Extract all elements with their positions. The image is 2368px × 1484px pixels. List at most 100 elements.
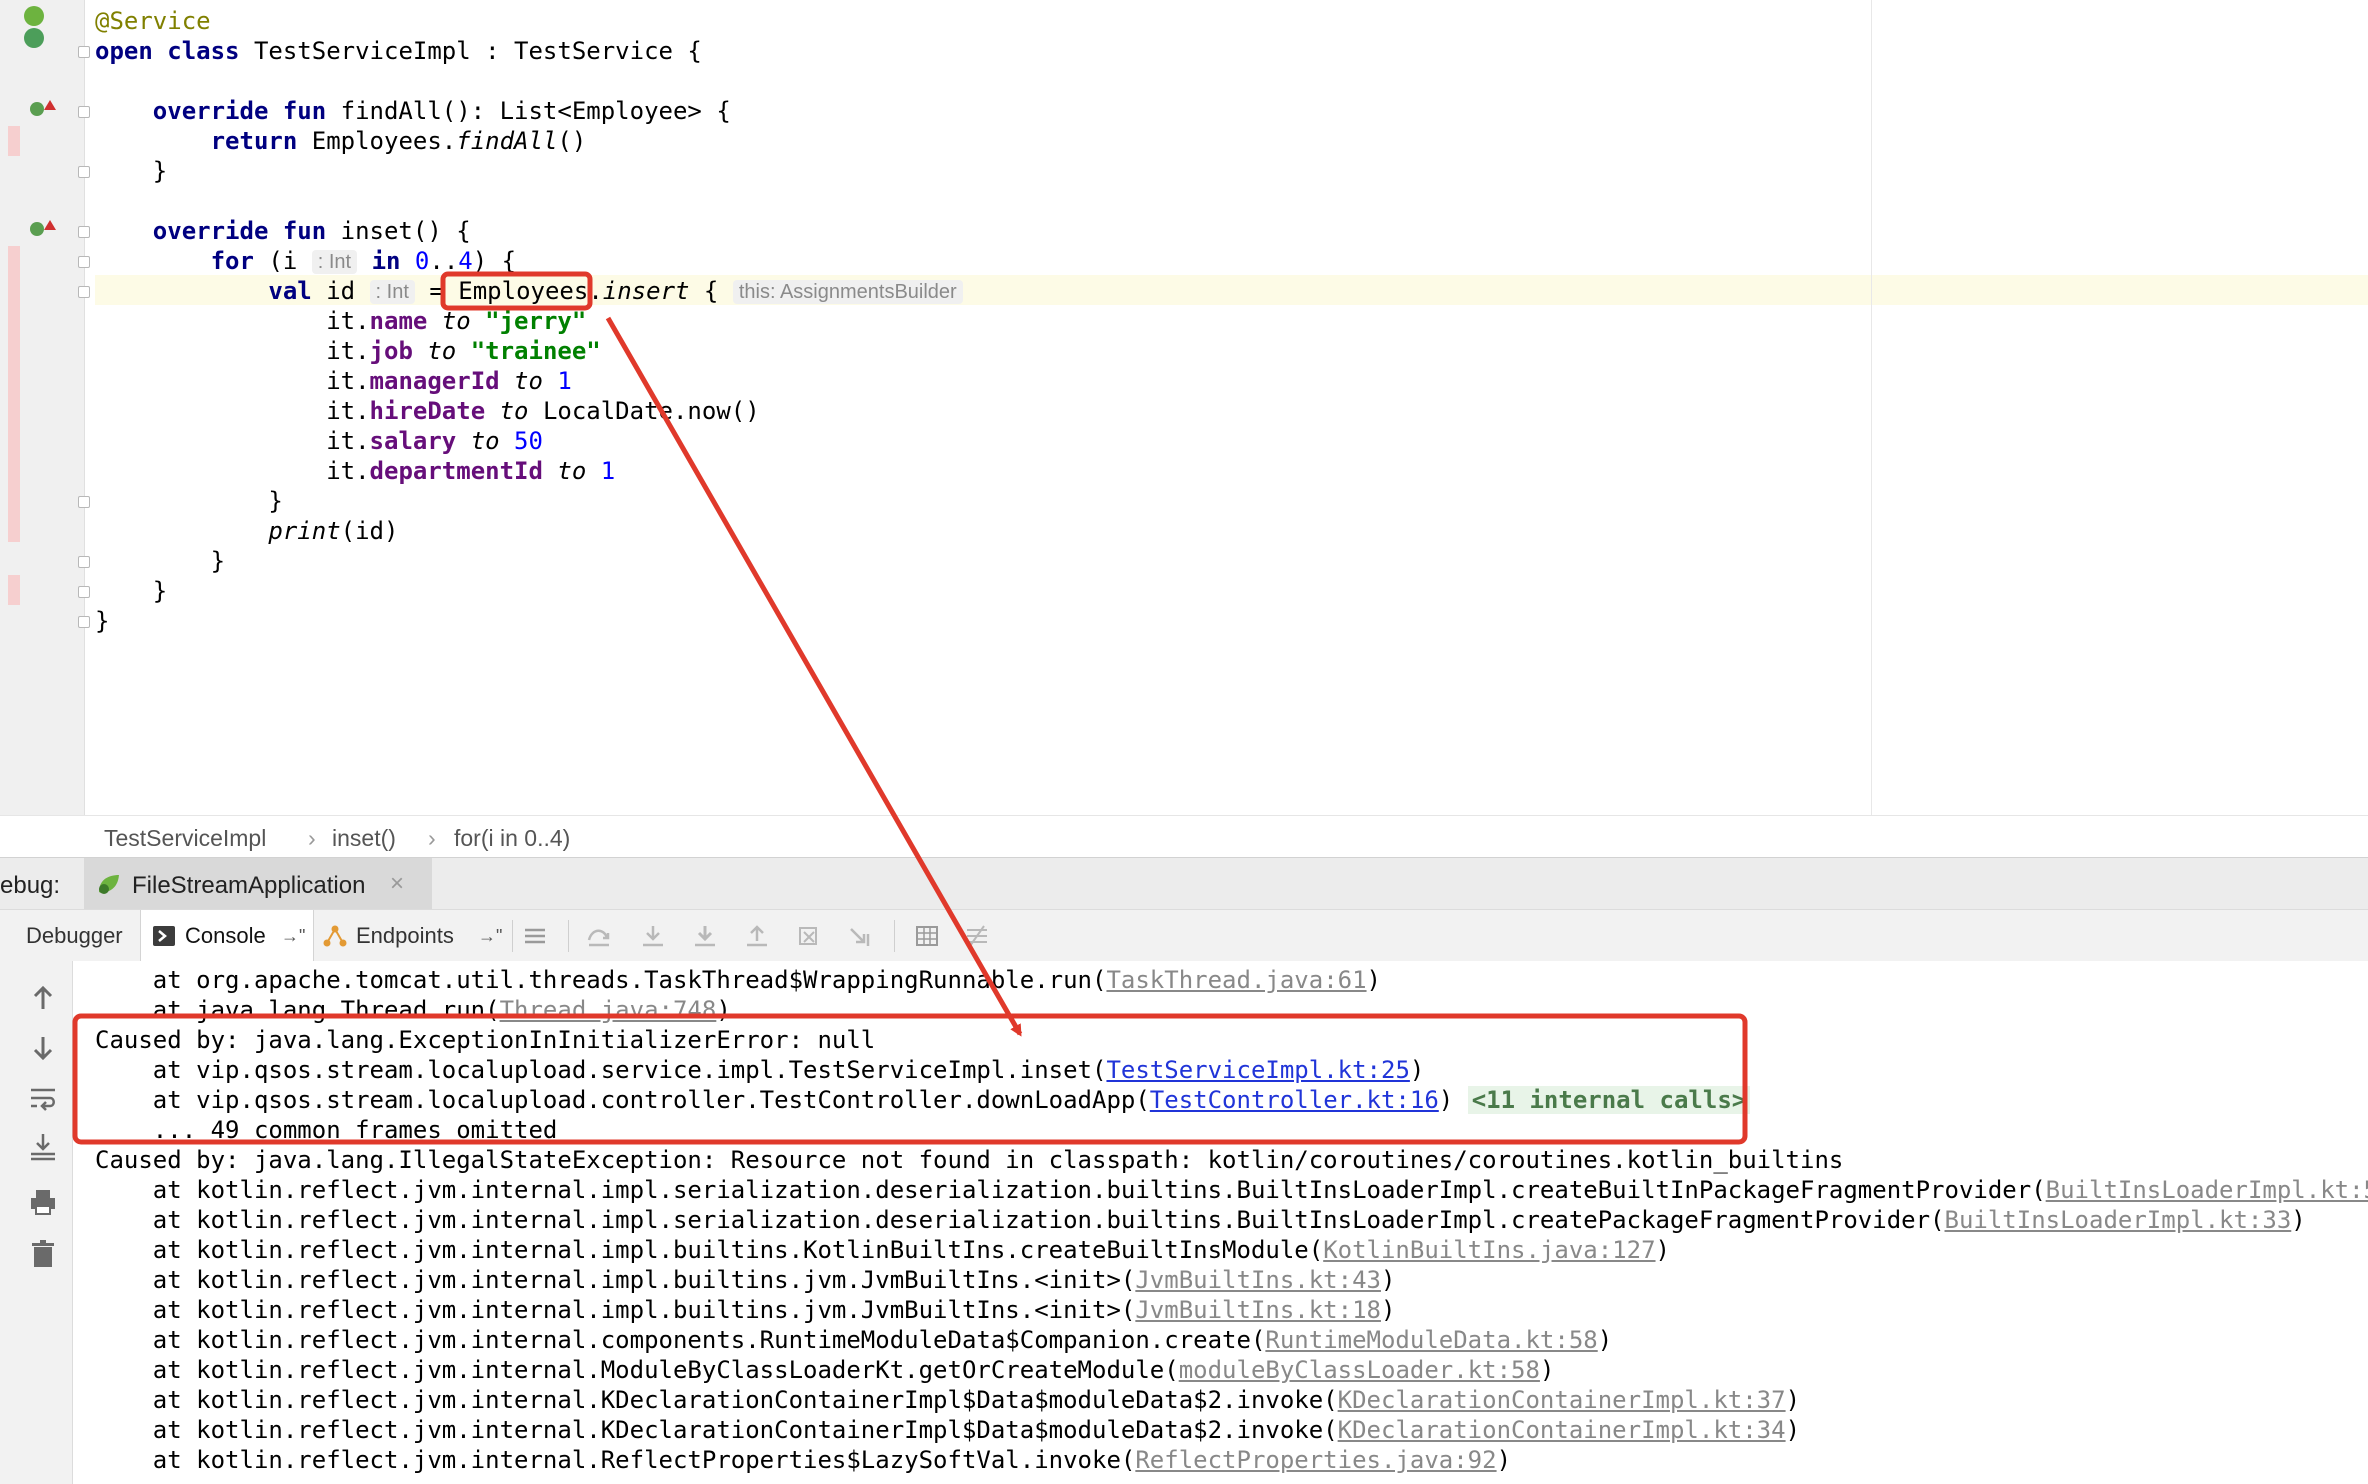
arrow-up-icon[interactable] — [28, 983, 58, 1013]
fold-marker[interactable] — [78, 46, 90, 58]
soft-wrap-icon[interactable] — [28, 1083, 58, 1113]
step-over-icon[interactable] — [586, 924, 612, 948]
source-link[interactable]: TestServiceImpl.kt:25 — [1106, 1056, 1409, 1084]
breadcrumb-item-function[interactable]: inset() — [332, 825, 396, 852]
code-line-8[interactable]: override fun inset() { — [95, 216, 471, 246]
source-link[interactable]: TestController.kt:16 — [1150, 1086, 1439, 1114]
console-line[interactable]: at kotlin.reflect.jvm.internal.ReflectPr… — [95, 1445, 1511, 1475]
change-marker-block[interactable] — [8, 246, 20, 542]
step-out-icon[interactable] — [744, 924, 770, 948]
evaluate-expression-icon[interactable] — [914, 924, 940, 948]
pin-tab-icon[interactable]: →" — [281, 910, 305, 962]
code-line-5[interactable]: return Employees.findAll() — [95, 126, 587, 156]
console-line[interactable]: ... 49 common frames omitted — [95, 1115, 558, 1145]
source-link[interactable]: TaskThread.java:61 — [1106, 966, 1366, 994]
fold-marker[interactable] — [78, 586, 90, 598]
code-line-18[interactable]: print(id) — [95, 516, 398, 546]
breadcrumb-item-class[interactable]: TestServiceImpl — [104, 825, 266, 852]
code-line-16[interactable]: it.departmentId to 1 — [95, 456, 615, 486]
code-line-1[interactable]: @Service — [95, 6, 211, 36]
implements-icon-2[interactable] — [30, 222, 44, 236]
code-line-20[interactable]: } — [95, 576, 167, 606]
code-line-12[interactable]: it.job to "trainee" — [95, 336, 601, 366]
internal-calls-fold[interactable]: <11 internal calls> — [1467, 1086, 1751, 1114]
tab-debugger[interactable]: Debugger — [14, 910, 138, 962]
run-config-tab[interactable]: FileStreamApplication × — [84, 858, 432, 910]
code-line-13[interactable]: it.managerId to 1 — [95, 366, 572, 396]
code-line-10[interactable]: val id : Int = Employees.insert { this: … — [95, 276, 963, 306]
code-line-11[interactable]: it.name to "jerry" — [95, 306, 586, 336]
console-output[interactable]: at org.apache.tomcat.util.threads.TaskTh… — [0, 961, 2368, 1484]
console-line[interactable]: at org.apache.tomcat.util.threads.TaskTh… — [95, 965, 1381, 995]
breadcrumb-item-loop[interactable]: for(i in 0..4) — [454, 825, 570, 852]
code-area[interactable]: @Service open class TestServiceImpl : Te… — [95, 0, 2368, 815]
code-line-14[interactable]: it.hireDate to LocalDate.now() — [95, 396, 760, 426]
implements-icon[interactable] — [30, 102, 44, 116]
spring-bean-navigate-icon[interactable] — [24, 28, 44, 48]
source-link[interactable]: KDeclarationContainerImpl.kt:34 — [1338, 1416, 1786, 1444]
console-text: ) — [1496, 1446, 1512, 1474]
source-link[interactable]: KDeclarationContainerImpl.kt:37 — [1338, 1386, 1786, 1414]
source-link[interactable]: BuiltInsLoaderImpl.kt:33 — [1945, 1206, 2292, 1234]
fold-marker[interactable] — [78, 256, 90, 268]
code-line-6[interactable]: } — [95, 156, 167, 186]
source-link[interactable]: moduleByClassLoader.kt:58 — [1179, 1356, 1540, 1384]
source-link[interactable]: BuiltInsLoaderImpl.kt:55 — [2046, 1176, 2368, 1204]
code-line-2[interactable]: open class TestServiceImpl : TestService… — [95, 36, 702, 66]
arrow-down-icon[interactable] — [28, 1033, 58, 1063]
list-menu-icon[interactable] — [522, 924, 548, 948]
scroll-to-end-icon[interactable] — [28, 1131, 58, 1161]
drop-frame-icon[interactable] — [796, 924, 822, 948]
trash-icon[interactable] — [28, 1239, 58, 1269]
fold-marker[interactable] — [78, 286, 90, 298]
source-link[interactable]: JvmBuiltIns.kt:18 — [1135, 1296, 1381, 1324]
console-line[interactable]: at kotlin.reflect.jvm.internal.KDeclarat… — [95, 1385, 1800, 1415]
source-link[interactable]: JvmBuiltIns.kt:43 — [1135, 1266, 1381, 1294]
trace-current-stream-icon[interactable] — [964, 924, 990, 948]
print-icon[interactable] — [28, 1187, 58, 1217]
console-line[interactable]: at kotlin.reflect.jvm.internal.impl.seri… — [95, 1175, 2368, 1205]
run-to-cursor-icon[interactable] — [848, 924, 874, 948]
fold-marker[interactable] — [78, 616, 90, 628]
spring-bean-icon[interactable] — [24, 6, 44, 26]
pin-tab-icon[interactable]: →" — [478, 910, 502, 962]
code-line-17[interactable]: } — [95, 486, 282, 516]
close-icon[interactable]: × — [390, 870, 404, 898]
source-link[interactable]: Thread.java:748 — [500, 996, 717, 1024]
change-marker-2[interactable] — [8, 575, 20, 605]
console-line[interactable]: Caused by: java.lang.ExceptionInInitiali… — [95, 1025, 875, 1055]
code-line-9[interactable]: for (i : Int in 0..4) { — [95, 246, 517, 276]
tab-endpoints[interactable]: Endpoints →" — [318, 910, 508, 962]
console-line[interactable]: at kotlin.reflect.jvm.internal.component… — [95, 1325, 1612, 1355]
console-line[interactable]: at kotlin.reflect.jvm.internal.impl.buil… — [95, 1265, 1396, 1295]
source-link[interactable]: KotlinBuiltIns.java:127 — [1323, 1236, 1655, 1264]
editor-gutter[interactable] — [0, 0, 90, 815]
code-line-21[interactable]: } — [95, 606, 109, 636]
employees-object-ref[interactable]: Employees — [458, 277, 588, 305]
code-line-19[interactable]: } — [95, 546, 225, 576]
code-editor[interactable]: @Service open class TestServiceImpl : Te… — [0, 0, 2368, 815]
source-link[interactable]: RuntimeModuleData.kt:58 — [1265, 1326, 1597, 1354]
change-marker[interactable] — [8, 126, 20, 156]
console-line[interactable]: at kotlin.reflect.jvm.internal.impl.buil… — [95, 1235, 1670, 1265]
console-line[interactable]: at kotlin.reflect.jvm.internal.KDeclarat… — [95, 1415, 1800, 1445]
code-line-15[interactable]: it.salary to 50 — [95, 426, 543, 456]
console-line[interactable]: at kotlin.reflect.jvm.internal.ModuleByC… — [95, 1355, 1555, 1385]
fold-marker[interactable] — [78, 556, 90, 568]
fold-marker[interactable] — [78, 166, 90, 178]
console-line[interactable]: at kotlin.reflect.jvm.internal.impl.buil… — [95, 1295, 1396, 1325]
console-line[interactable]: Caused by: java.lang.IllegalStateExcepti… — [95, 1145, 1843, 1175]
console-line[interactable]: at java.lang.Thread.run(Thread.java:748) — [95, 995, 731, 1025]
fold-marker[interactable] — [78, 106, 90, 118]
tab-console[interactable]: Console →" — [140, 910, 314, 962]
console-line[interactable]: at vip.qsos.stream.localupload.service.i… — [95, 1055, 1425, 1085]
code-line-4[interactable]: override fun findAll(): List<Employee> { — [95, 96, 731, 126]
fold-marker[interactable] — [78, 496, 90, 508]
source-link[interactable]: ReflectProperties.java:92 — [1135, 1446, 1496, 1474]
console-line[interactable]: at kotlin.reflect.jvm.internal.impl.seri… — [95, 1205, 2306, 1235]
console-line[interactable]: at vip.qsos.stream.localupload.controlle… — [95, 1085, 1751, 1115]
force-step-into-icon[interactable] — [692, 924, 718, 948]
console-text: ) — [1785, 1386, 1801, 1414]
step-into-icon[interactable] — [640, 924, 666, 948]
fold-marker[interactable] — [78, 226, 90, 238]
